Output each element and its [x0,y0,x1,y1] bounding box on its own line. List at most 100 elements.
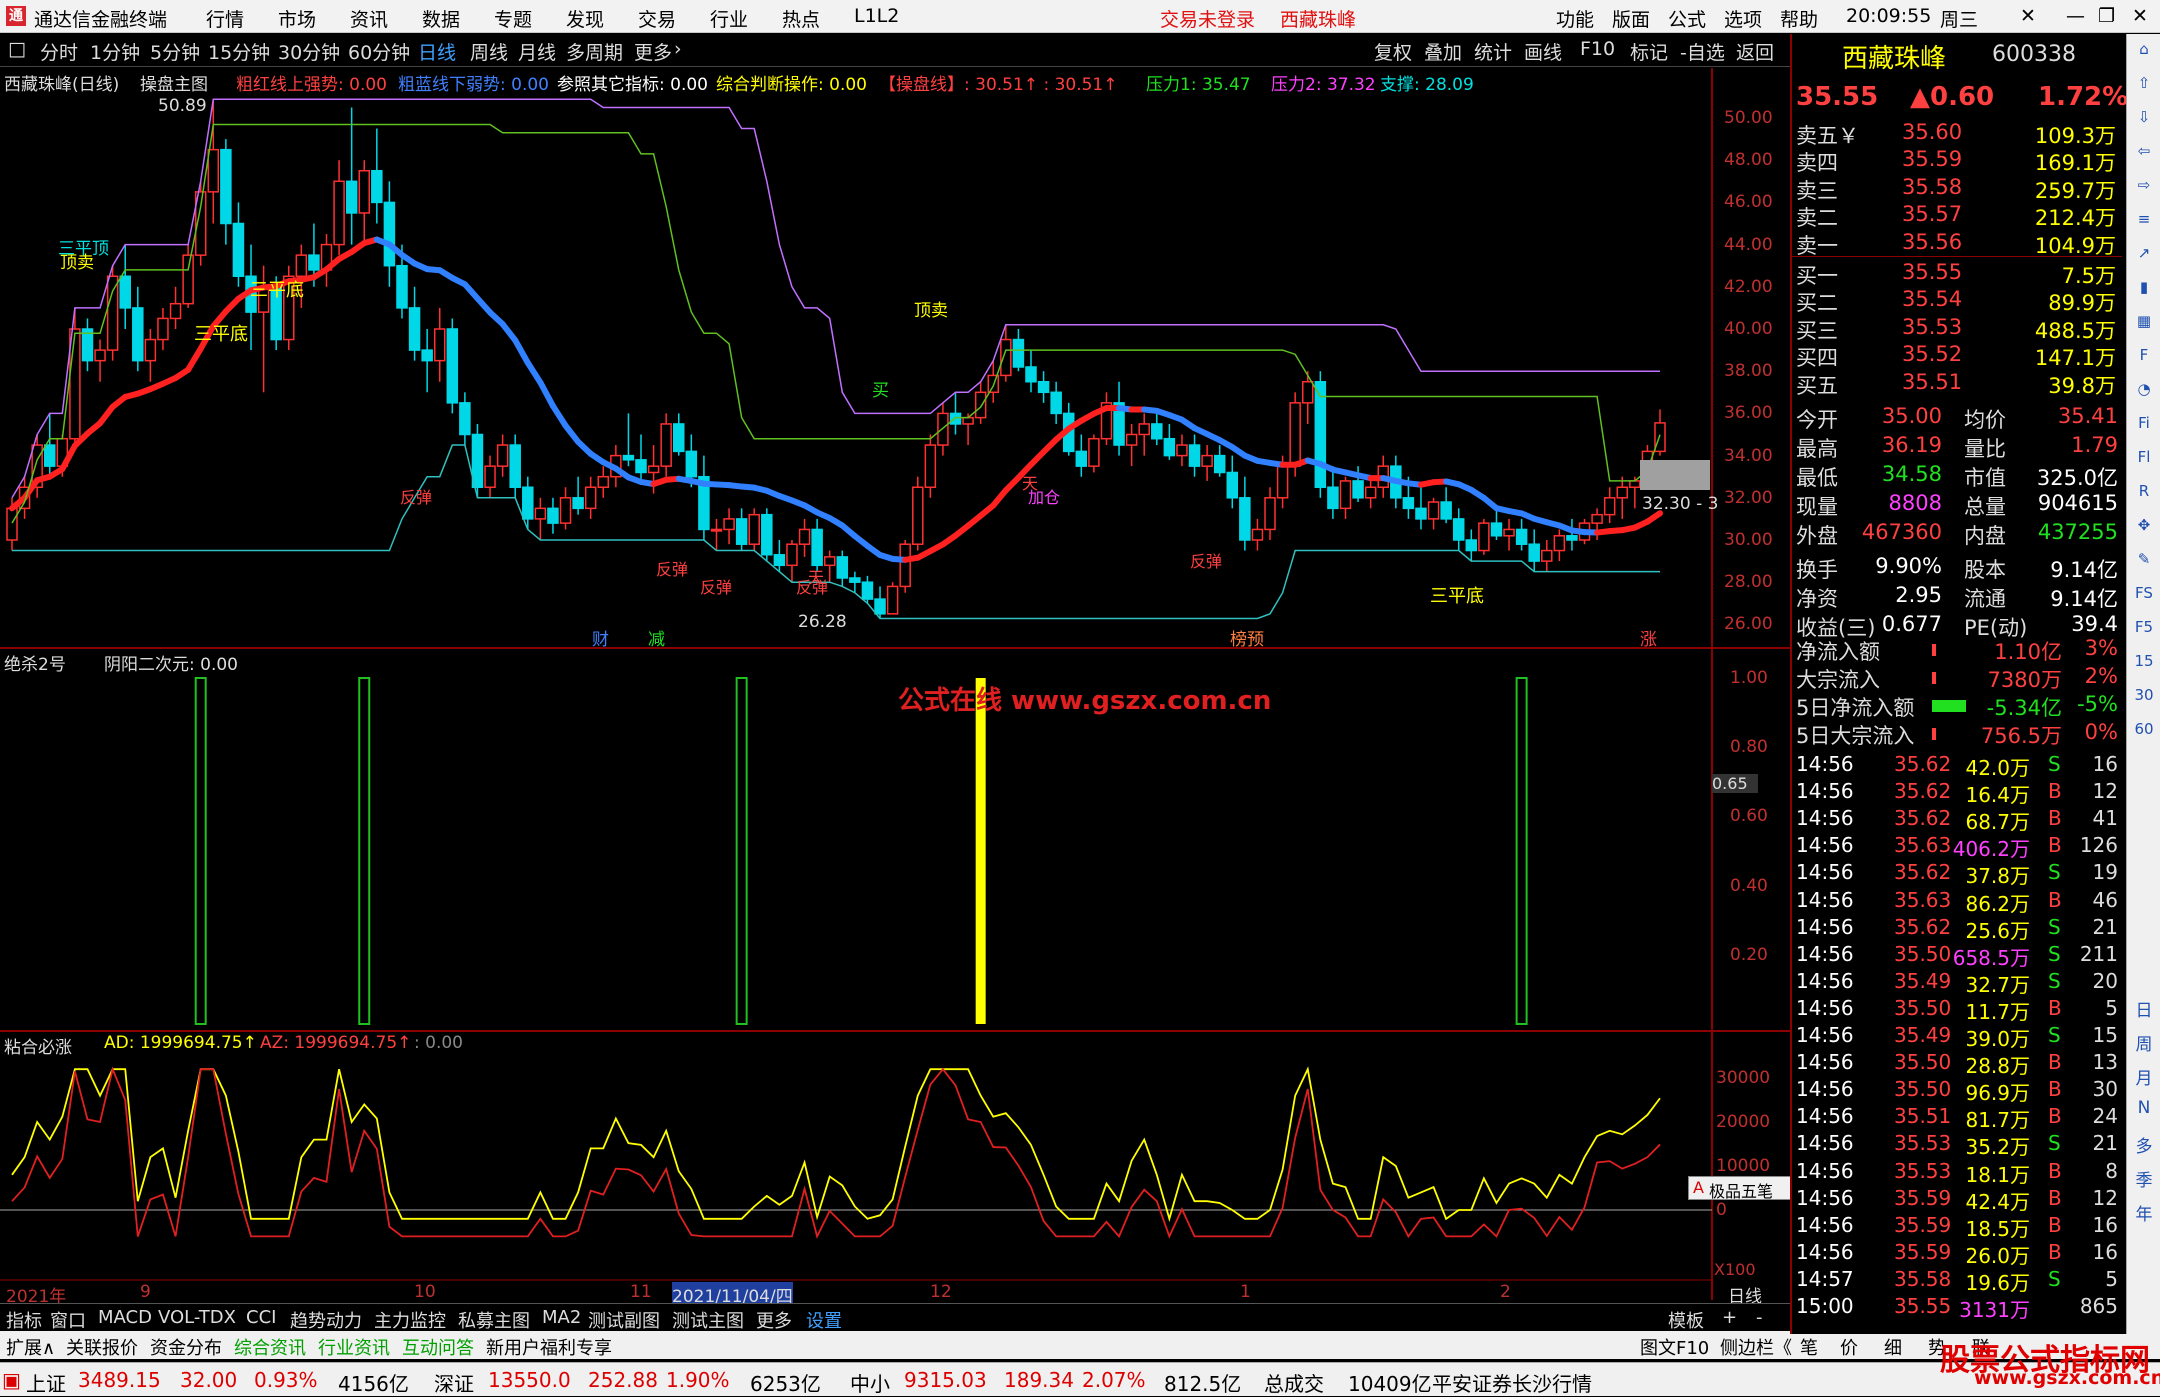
bottom-tab[interactable]: 私募主图 [458,1307,530,1333]
pie-icon[interactable]: ◔ [2131,380,2157,404]
index-name[interactable]: 深证 [434,1368,474,1397]
bottom-tab[interactable]: 窗口 [50,1307,86,1333]
f10-icon[interactable]: F [2131,346,2157,370]
period-shortcut[interactable]: 年 [2131,1200,2157,1224]
tick-row[interactable]: 14:5635.6268.7万B41 [1792,806,2122,833]
event-marker[interactable]: 财 [592,625,609,650]
tick-row[interactable]: 14:5635.5318.1万B8 [1792,1159,2122,1186]
rsi-icon[interactable]: R [2131,482,2157,506]
tick-row[interactable]: 14:5635.63406.2万B126 [1792,833,2122,860]
sub2-title[interactable]: 粘合必涨 [4,1033,72,1058]
n15-icon[interactable]: 15 [2131,652,2157,676]
maximize-icon[interactable]: ❐ [2098,5,2115,27]
tick-row[interactable]: 14:5635.5335.2万S21 [1792,1131,2122,1158]
bid-row[interactable]: 买五35.5139.8万 [1792,370,2122,397]
tick-row[interactable]: 14:5635.5181.7万B24 [1792,1104,2122,1131]
grid-icon[interactable]: ▦ [2131,312,2157,336]
bottom-tab[interactable]: VOL-TDX [158,1307,236,1328]
fs-icon[interactable]: FS [2131,584,2157,608]
bottom-tab[interactable]: - [1756,1307,1763,1328]
period-shortcut[interactable]: 周 [2131,1030,2157,1054]
f5-icon[interactable]: F5 [2131,618,2157,642]
bottom-tab[interactable]: 测试主图 [672,1307,744,1333]
ask-row[interactable]: 卖四35.59169.1万 [1792,147,2122,174]
tick-row[interactable]: 14:5635.4939.0万S15 [1792,1023,2122,1050]
bottom-tab[interactable]: MA2 [542,1307,581,1328]
info-tab[interactable]: 关联报价 [66,1334,138,1360]
bar-icon[interactable]: ▮ [2131,278,2157,302]
n60-icon[interactable]: 60 [2131,720,2157,744]
ask-row[interactable]: 卖五￥35.60109.3万 [1792,120,2122,147]
tick-row[interactable]: 14:5635.5028.8万B13 [1792,1050,2122,1077]
bottom-tab[interactable]: 测试副图 [588,1307,660,1333]
index-name[interactable]: 中小 [850,1368,890,1397]
info-tab[interactable]: 新用户福利专享 [486,1334,612,1360]
left-arrow-icon[interactable]: ⇦ [2131,142,2157,166]
ask-row[interactable]: 卖二35.57212.4万 [1792,202,2122,229]
info-tab[interactable]: 行业资讯 [318,1334,390,1360]
period-shortcut[interactable]: N [2131,1098,2157,1122]
tick-row[interactable]: 14:5635.6216.4万B12 [1792,779,2122,806]
up-arrow-icon[interactable]: ⇧ [2131,74,2157,98]
list-icon[interactable]: ≡ [2131,210,2157,234]
bottom-tab[interactable]: 模板 [1668,1307,1704,1333]
right-arrow-icon[interactable]: ⇨ [2131,176,2157,200]
period-shortcut[interactable]: 月 [2131,1064,2157,1088]
bid-row[interactable]: 买三35.53488.5万 [1792,315,2122,342]
tick-row[interactable]: 14:5635.5942.4万B12 [1792,1186,2122,1213]
fl-icon[interactable]: Fl [2131,448,2157,472]
ask-row[interactable]: 卖一35.56104.9万 [1792,230,2122,257]
bottom-tab[interactable]: 指标 [6,1307,42,1333]
tick-row[interactable]: 14:5635.6237.8万S19 [1792,860,2122,887]
bid-row[interactable]: 买四35.52147.1万 [1792,342,2122,369]
info-tab[interactable]: 侧边栏《 [1720,1334,1792,1360]
info-tab[interactable]: 资金分布 [150,1334,222,1360]
event-marker[interactable]: 涨 [1640,625,1657,650]
event-marker[interactable]: 减 [648,625,665,650]
bottom-tab[interactable]: 主力监控 [374,1307,446,1333]
tick-row[interactable]: 15:0035.553131万865 [1792,1294,2122,1321]
hat-icon[interactable]: ⌂ [2131,40,2157,64]
info-tab[interactable]: 图文F10 [1640,1334,1709,1360]
down-arrow-icon[interactable]: ⇩ [2131,108,2157,132]
move-icon[interactable]: ✥ [2131,516,2157,540]
chart-icon[interactable]: ↗ [2131,244,2157,268]
tick-row[interactable]: 14:5735.5819.6万S5 [1792,1267,2122,1294]
bottom-tab[interactable]: + [1722,1307,1737,1328]
ask-row[interactable]: 卖三35.58259.7万 [1792,175,2122,202]
bid-row[interactable]: 买一35.557.5万 [1792,260,2122,287]
n30-icon[interactable]: 30 [2131,686,2157,710]
tick-row[interactable]: 14:5635.4932.7万S20 [1792,969,2122,996]
minimize-icon[interactable]: — [2066,5,2085,27]
sub1-title[interactable]: 绝杀2号 [4,650,66,675]
close-icon[interactable]: ✕ [2020,5,2036,27]
tick-row[interactable]: 14:5635.6386.2万B46 [1792,888,2122,915]
info-tab[interactable]: 价 [1840,1334,1858,1360]
bottom-tab[interactable]: MACD [98,1307,152,1328]
bottom-tab[interactable]: 更多 [756,1307,792,1333]
fi-icon[interactable]: Fi [2131,414,2157,438]
info-tab[interactable]: 扩展∧ [6,1334,55,1360]
info-tab[interactable]: 笔 [1800,1334,1818,1360]
pen-icon[interactable]: ✎ [2131,550,2157,574]
chart-area[interactable] [0,0,1790,1300]
bottom-tab[interactable]: 趋势动力 [290,1307,362,1333]
info-tab[interactable]: 细 [1884,1334,1902,1360]
tick-row[interactable]: 14:5635.6242.0万S16 [1792,752,2122,779]
tick-row[interactable]: 14:5635.6225.6万S21 [1792,915,2122,942]
close-window-icon[interactable]: ✕ [2132,5,2148,27]
tick-row[interactable]: 14:5635.5096.9万B30 [1792,1077,2122,1104]
period-shortcut[interactable]: 多 [2131,1132,2157,1156]
bottom-tab[interactable]: CCI [246,1307,276,1328]
bid-row[interactable]: 买二35.5489.9万 [1792,287,2122,314]
event-marker[interactable]: 榜预 [1230,625,1264,650]
tick-row[interactable]: 14:5635.5011.7万B5 [1792,996,2122,1023]
period-shortcut[interactable]: 日 [2131,996,2157,1020]
bottom-tab[interactable]: 设置 [806,1307,842,1333]
info-tab[interactable]: 综合资讯 [234,1334,306,1360]
tick-row[interactable]: 14:5635.50658.5万S211 [1792,942,2122,969]
index-name[interactable]: 上证 [26,1368,66,1397]
tick-row[interactable]: 14:5635.5926.0万B16 [1792,1240,2122,1267]
info-tab[interactable]: 互动问答 [402,1334,474,1360]
period-shortcut[interactable]: 季 [2131,1166,2157,1190]
